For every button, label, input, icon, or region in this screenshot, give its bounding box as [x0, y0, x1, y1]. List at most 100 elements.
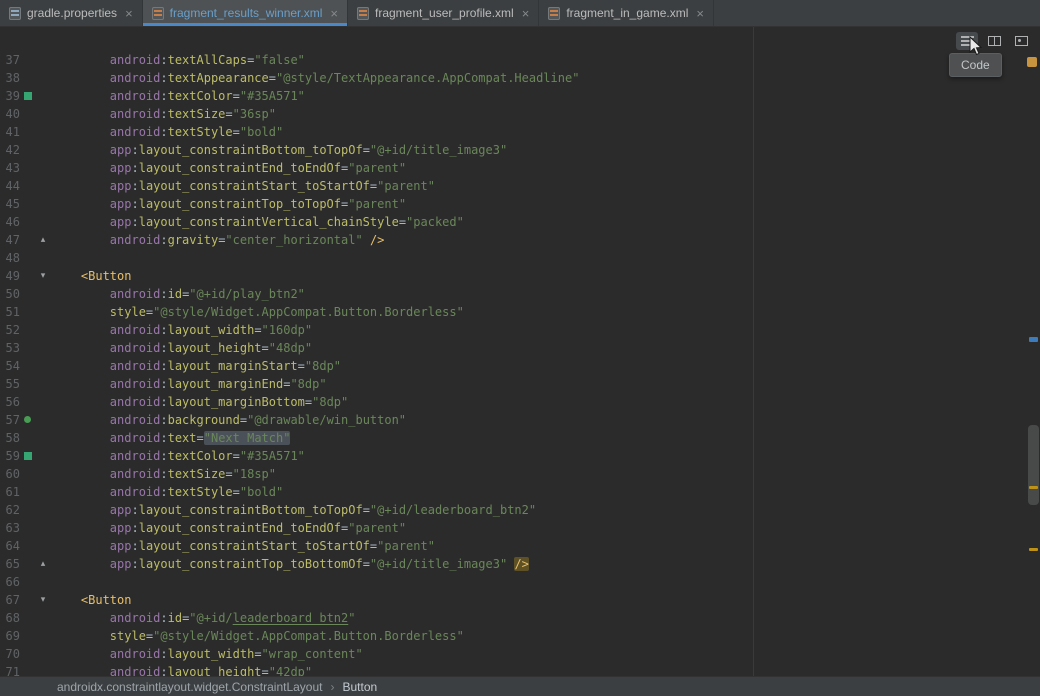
- editor-scrollbar[interactable]: [1027, 27, 1040, 676]
- line-number[interactable]: 63: [0, 519, 20, 537]
- line-number[interactable]: 70: [0, 645, 20, 663]
- gutter-slot: [20, 267, 36, 285]
- fold-marker-icon[interactable]: ▾: [36, 267, 50, 285]
- line-number[interactable]: 65: [0, 555, 20, 573]
- code-text[interactable]: android:textColor="#35A571": [52, 447, 305, 465]
- line-number[interactable]: 37: [0, 51, 20, 69]
- code-line: 63 app:layout_constraintEnd_toEndOf="par…: [0, 519, 1040, 537]
- code-text[interactable]: app:layout_constraintEnd_toEndOf="parent…: [52, 159, 406, 177]
- line-number[interactable]: 68: [0, 609, 20, 627]
- line-number[interactable]: 42: [0, 141, 20, 159]
- code-text[interactable]: app:layout_constraintEnd_toEndOf="parent…: [52, 519, 406, 537]
- line-number[interactable]: 40: [0, 105, 20, 123]
- line-number[interactable]: 67: [0, 591, 20, 609]
- code-text[interactable]: app:layout_constraintStart_toStartOf="pa…: [52, 537, 435, 555]
- line-number[interactable]: 69: [0, 627, 20, 645]
- inspection-indicator-icon[interactable]: [1027, 57, 1037, 67]
- line-number[interactable]: 61: [0, 483, 20, 501]
- warning-stripe-mark[interactable]: [1029, 548, 1038, 551]
- line-number[interactable]: 66: [0, 573, 20, 591]
- line-number[interactable]: 62: [0, 501, 20, 519]
- line-number[interactable]: 52: [0, 321, 20, 339]
- editor-tab[interactable]: gradle.properties ×: [0, 0, 143, 26]
- line-number[interactable]: 49: [0, 267, 20, 285]
- line-number[interactable]: 51: [0, 303, 20, 321]
- code-text[interactable]: android:textStyle="bold": [52, 483, 283, 501]
- line-number[interactable]: 53: [0, 339, 20, 357]
- drawable-dot-icon[interactable]: [20, 411, 36, 429]
- line-number[interactable]: 56: [0, 393, 20, 411]
- code-text[interactable]: style="@style/Widget.AppCompat.Button.Bo…: [52, 303, 464, 321]
- code-text[interactable]: android:layout_marginStart="8dp": [52, 357, 341, 375]
- line-number[interactable]: 55: [0, 375, 20, 393]
- line-number[interactable]: 71: [0, 663, 20, 676]
- editor-tab[interactable]: fragment_user_profile.xml ×: [348, 0, 539, 26]
- color-swatch-icon[interactable]: [20, 87, 36, 105]
- code-text[interactable]: app:layout_constraintTop_toBottomOf="@+i…: [52, 555, 529, 573]
- split-view-button[interactable]: [983, 32, 1005, 50]
- line-number[interactable]: 57: [0, 411, 20, 429]
- code-text[interactable]: <Button: [52, 591, 131, 609]
- code-text[interactable]: android:textAllCaps="false": [52, 51, 305, 69]
- line-number[interactable]: 46: [0, 213, 20, 231]
- code-text[interactable]: android:textAppearance="@style/TextAppea…: [52, 69, 579, 87]
- code-text[interactable]: android:background="@drawable/win_button…: [52, 411, 406, 429]
- line-number[interactable]: 38: [0, 69, 20, 87]
- code-text[interactable]: android:text="Next Match": [52, 429, 290, 447]
- code-text[interactable]: app:layout_constraintVertical_chainStyle…: [52, 213, 464, 231]
- code-token: "@drawable/win_button": [247, 413, 406, 427]
- line-number[interactable]: 45: [0, 195, 20, 213]
- code-text[interactable]: <Button: [52, 267, 131, 285]
- code-text[interactable]: android:layout_width="160dp": [52, 321, 312, 339]
- line-number[interactable]: 39: [0, 87, 20, 105]
- code-text[interactable]: android:textSize="18sp": [52, 465, 276, 483]
- line-number[interactable]: 59: [0, 447, 20, 465]
- tab-close-icon[interactable]: ×: [330, 7, 338, 20]
- code-text[interactable]: app:layout_constraintStart_toStartOf="pa…: [52, 177, 435, 195]
- tab-close-icon[interactable]: ×: [125, 7, 133, 20]
- gutter-slot: [20, 249, 36, 267]
- code-text[interactable]: app:layout_constraintBottom_toTopOf="@+i…: [52, 141, 507, 159]
- fold-marker-icon[interactable]: ▴: [36, 231, 50, 249]
- line-number[interactable]: 41: [0, 123, 20, 141]
- code-text[interactable]: android:textStyle="bold": [52, 123, 283, 141]
- fold-marker-icon[interactable]: ▾: [36, 591, 50, 609]
- color-swatch-icon[interactable]: [20, 447, 36, 465]
- code-text[interactable]: android:layout_height="48dp": [52, 339, 312, 357]
- code-token: android: [110, 359, 161, 373]
- code-area[interactable]: 37 android:textAllCaps="false" 38 androi…: [0, 27, 1040, 676]
- line-number[interactable]: 60: [0, 465, 20, 483]
- breadcrumb-item[interactable]: androidx.constraintlayout.widget.Constra…: [57, 680, 323, 694]
- editor-pane[interactable]: 37 android:textAllCaps="false" 38 androi…: [0, 27, 1040, 676]
- code-text[interactable]: app:layout_constraintTop_toTopOf="parent…: [52, 195, 406, 213]
- fold-marker-icon[interactable]: ▴: [36, 555, 50, 573]
- line-number[interactable]: 48: [0, 249, 20, 267]
- line-number[interactable]: 64: [0, 537, 20, 555]
- line-number[interactable]: 44: [0, 177, 20, 195]
- tab-close-icon[interactable]: ×: [696, 7, 704, 20]
- code-text[interactable]: app:layout_constraintBottom_toTopOf="@+i…: [52, 501, 536, 519]
- breadcrumb-item[interactable]: Button: [343, 680, 378, 694]
- line-number[interactable]: 50: [0, 285, 20, 303]
- line-number[interactable]: 54: [0, 357, 20, 375]
- code-text[interactable]: android:textSize="36sp": [52, 105, 276, 123]
- editor-tab[interactable]: fragment_in_game.xml ×: [539, 0, 714, 26]
- code-text[interactable]: android:textColor="#35A571": [52, 87, 305, 105]
- tab-close-icon[interactable]: ×: [522, 7, 530, 20]
- editor-tab[interactable]: fragment_results_winner.xml ×: [143, 0, 348, 26]
- line-number[interactable]: 47: [0, 231, 20, 249]
- code-text[interactable]: style="@style/Widget.AppCompat.Button.Bo…: [52, 627, 464, 645]
- code-text[interactable]: android:layout_height="42dp": [52, 663, 312, 676]
- code-text[interactable]: android:gravity="center_horizontal" />: [52, 231, 384, 249]
- warning-stripe-mark[interactable]: [1029, 486, 1038, 489]
- code-text[interactable]: android:layout_marginEnd="8dp": [52, 375, 327, 393]
- code-text[interactable]: android:layout_marginBottom="8dp": [52, 393, 348, 411]
- line-number[interactable]: 58: [0, 429, 20, 447]
- scrollbar-thumb[interactable]: [1028, 425, 1039, 505]
- code-text[interactable]: android:layout_width="wrap_content": [52, 645, 363, 663]
- code-text[interactable]: android:id="@+id/leaderboard_btn2": [52, 609, 355, 627]
- line-number[interactable]: 43: [0, 159, 20, 177]
- info-stripe-mark[interactable]: [1029, 337, 1038, 342]
- design-view-button[interactable]: [1010, 32, 1032, 50]
- code-text[interactable]: android:id="@+id/play_btn2": [52, 285, 305, 303]
